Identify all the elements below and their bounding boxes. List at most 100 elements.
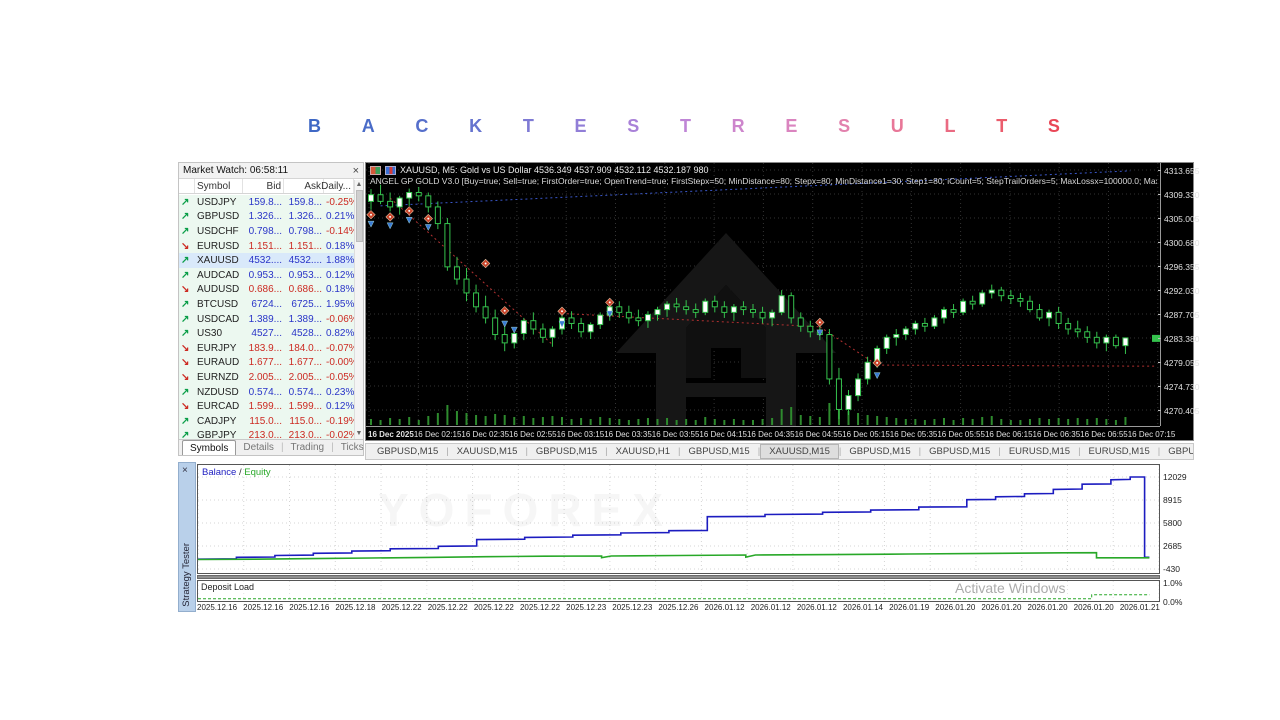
chart-tab-GBPUSD-M15[interactable]: GBPUSD,M15 [1160,444,1193,459]
date-label: 2025.12.23 [612,603,653,612]
up-arrow-icon: ↗ [181,298,190,310]
table-row-USDCAD[interactable]: ↗ USDCAD 1.389... 1.389... -0.06% [179,311,354,327]
table-row-BTCUSD[interactable]: ↗ BTCUSD 6724... 6725... 1.95% [179,297,354,312]
chart-tab-GBPUSD-M15[interactable]: GBPUSD,M15 [921,444,998,459]
market-watch-scrollbar[interactable]: ▲ ▼ [354,180,363,439]
price-label: 4292.030 [1164,286,1200,296]
table-row-USDCHF[interactable]: ↗ USDCHF 0.798... 0.798... -0.14% [179,224,354,239]
tab-symbols[interactable]: Symbols [182,440,237,455]
ask-cell: 0.798... [288,225,322,237]
table-row-XAUUSD[interactable]: ↗ XAUUSD 4532.... 4532.... 1.88% [179,253,354,268]
strategy-tester-panel: × Strategy Tester Balance / Equity YOFOR… [178,462,1195,612]
price-label: 4274.730 [1164,382,1200,392]
chart-tab-GBPUSD-M15[interactable]: GBPUSD,M15 [680,444,757,459]
up-arrow-icon: ↗ [181,196,190,208]
date-label: 2026.01.20 [1073,603,1114,612]
table-row-EURAUD[interactable]: ↘ EURAUD 1.677... 1.677... -0.00% [179,355,354,371]
strategy-tester-label: Strategy Tester [181,543,192,607]
chart-tab-XAUUSD-H1[interactable]: XAUUSD,H1 [608,444,678,459]
column-header-Ask[interactable]: Ask [284,179,324,193]
tab-trading[interactable]: Trading [284,440,332,455]
time-label: 16 Dec 06:15 [984,429,1033,439]
market-watch-panel: Market Watch: 06:58:11 × Symbol Bid Ask Dai… [178,162,364,456]
price-label: 4283.380 [1164,334,1200,344]
scroll-up-icon[interactable]: ▲ [356,180,363,190]
daily-change-cell: 0.18% [326,240,354,252]
table-row-AUDCAD[interactable]: ↗ AUDCAD 0.953... 0.953... 0.12% [179,267,354,283]
table-row-USDJPY[interactable]: ↗ USDJPY 159.8... 159.8... -0.25% [179,195,354,210]
table-row-EURUSD[interactable]: ↘ EURUSD 1.151... 1.151... 0.18% [179,238,354,254]
column-header-icon[interactable] [179,179,195,193]
bid-cell: 0.574... [248,386,282,398]
column-header-Symbol[interactable]: Symbol [195,179,243,193]
market-watch-title: Market Watch: 06:58:11 [183,165,289,176]
tab-details[interactable]: Details [236,440,281,455]
chart-tab-GBPUSD-M15[interactable]: GBPUSD,M15 [369,444,446,459]
up-arrow-icon: ↗ [181,225,190,237]
legend-equity: Equity [244,467,271,478]
down-arrow-icon: ↘ [181,371,190,383]
bid-cell: 159.8... [248,196,282,208]
title-letter: T [679,116,691,136]
table-row-AUDUSD[interactable]: ↘ AUDUSD 0.686... 0.686... 0.18% [179,282,354,298]
price-label: 4287.705 [1164,310,1200,320]
bid-cell: 0.798... [248,225,282,237]
date-label: 2025.12.22 [473,603,514,612]
daily-change-cell: -0.19% [326,415,354,427]
bid-cell: 4527... [251,328,282,340]
balance-equity-plot[interactable]: Balance / Equity YOFOREX [197,464,1160,574]
table-row-GBPUSD[interactable]: ↗ GBPUSD 1.326... 1.326... 0.21% [179,209,354,225]
chart-tab-EURUSD-M15[interactable]: EURUSD,M15 [1001,444,1078,459]
chart-symbol-title: XAUUSD, M5: Gold vs US Dollar 4536.349 4… [400,165,709,175]
bid-cell: 1.677... [248,357,282,369]
title-letter: C [415,116,429,136]
deposit-load-label: Deposit Load [201,582,255,592]
tester-y-label: 2685 [1163,540,1182,551]
market-watch-tabs: Symbols Details | Trading | Ticks [179,439,364,455]
ask-cell: 6725... [291,298,322,310]
table-row-EURCAD[interactable]: ↘ EURCAD 1.599... 1.599... 0.12% [179,399,354,414]
strategy-tester-main: Balance / Equity YOFOREX 12029 8915 5800 26… [197,462,1195,612]
symbol-cell: EURAUD [197,357,240,369]
time-label: 16 Dec 03:35 [604,429,652,439]
ask-cell: 115.0... [289,415,322,427]
table-row-EURNZD[interactable]: ↘ EURNZD 2.005... 2.005... -0.05% [179,370,354,385]
tester-date-axis: 2025.12.16 2025.12.16 2025.12.16 2025.12.18… [197,603,1160,612]
up-arrow-icon: ↗ [181,211,190,223]
table-row-US30[interactable]: ↗ US30 4527... 4528... 0.82% [179,326,354,341]
ask-cell: 0.574... [288,386,322,398]
bid-cell: 1.389... [248,313,282,325]
close-icon[interactable]: × [182,465,188,476]
candlestick-chart[interactable] [366,163,1160,426]
chart-tab-XAUUSD-M15[interactable]: XAUUSD,M15 [760,444,839,459]
chart-tab-GBPUSD-M15[interactable]: GBPUSD,M15 [841,444,918,459]
title-letter: S [1047,116,1060,136]
brand-watermark: YOFOREX [378,484,673,536]
symbol-cell: BTCUSD [197,298,239,310]
panel-splitter[interactable] [197,575,1160,579]
tester-y-label: 5800 [1163,517,1182,528]
column-header-Bid[interactable]: Bid [243,179,284,193]
deposit-pct-label: 1.0% [1163,578,1183,588]
scrollbar-thumb[interactable] [355,190,363,242]
up-arrow-icon: ↗ [181,255,190,267]
column-header-Daily...[interactable]: Daily... [321,179,354,193]
table-row-GBPJPY[interactable]: ↗ GBPJPY 213.0... 213.0... -0.02% [179,428,354,439]
table-row-CADJPY[interactable]: ↗ CADJPY 115.0... 115.0... -0.19% [179,413,354,429]
date-label: 2026.01.12 [704,603,745,612]
close-icon[interactable]: × [353,165,359,176]
chart-tab-GBPUSD-M15[interactable]: GBPUSD,M15 [528,444,605,459]
bid-cell: 6724... [251,298,282,310]
bid-cell: 183.9... [248,342,282,354]
symbol-cell: US30 [197,328,223,340]
chart-tab-EURUSD-M15[interactable]: EURUSD,M15 [1081,444,1158,459]
price-label: 4296.355 [1164,262,1200,272]
up-arrow-icon: ↗ [181,269,190,281]
strategy-tester-sidebar[interactable]: × Strategy Tester [178,462,196,612]
table-row-NZDUSD[interactable]: ↗ NZDUSD 0.574... 0.574... 0.23% [179,384,354,400]
table-row-EURJPY[interactable]: ↘ EURJPY 183.9... 184.0... -0.07% [179,340,354,356]
scroll-down-icon[interactable]: ▼ [356,429,363,439]
chart-tab-XAUUSD-M15[interactable]: XAUUSD,M15 [449,444,526,459]
down-arrow-icon: ↘ [181,240,190,252]
date-label: 2026.01.12 [750,603,791,612]
